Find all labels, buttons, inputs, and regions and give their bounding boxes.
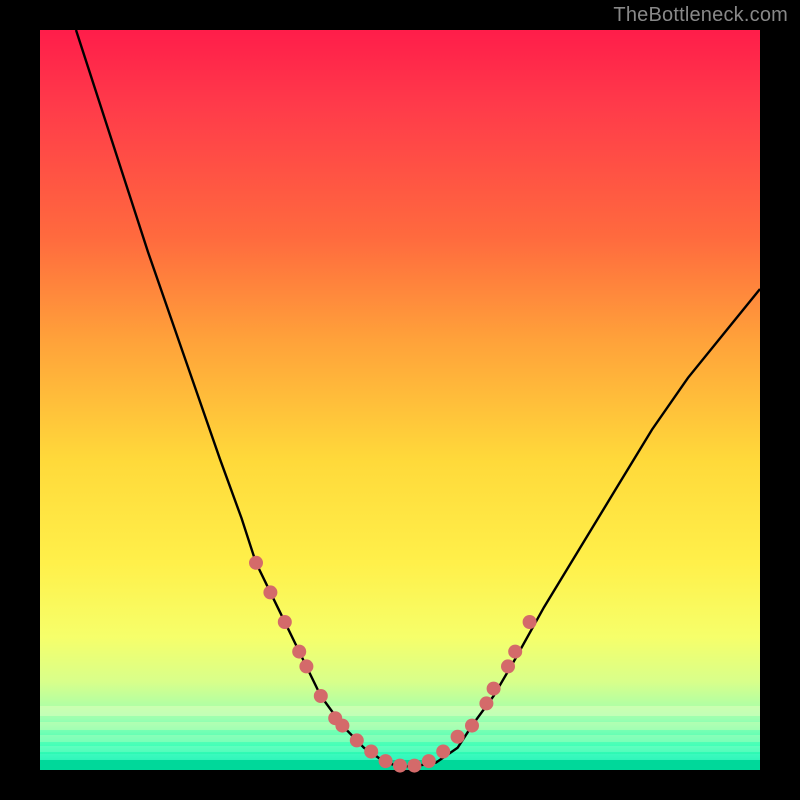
plot-area [40,30,760,770]
marker-dot [436,745,450,759]
marker-dot [451,730,465,744]
marker-dot [249,556,263,570]
marker-dot [523,615,537,629]
curve-layer [40,30,760,770]
marker-dot [487,682,501,696]
marker-dot [299,659,313,673]
marker-dot [407,759,421,773]
marker-dot [292,645,306,659]
bottleneck-curve [76,30,760,766]
marker-dot [379,754,393,768]
marker-dot [263,585,277,599]
marker-dot [335,719,349,733]
watermark-text: TheBottleneck.com [613,4,788,27]
marker-dot [364,745,378,759]
marker-dot [508,645,522,659]
marker-dot [393,759,407,773]
chart-frame: TheBottleneck.com [0,0,800,800]
marker-dot [314,689,328,703]
marker-dot [278,615,292,629]
marker-dot [350,733,364,747]
highlight-markers [249,556,537,773]
marker-dot [479,696,493,710]
marker-dot [422,754,436,768]
marker-dot [501,659,515,673]
marker-dot [465,719,479,733]
